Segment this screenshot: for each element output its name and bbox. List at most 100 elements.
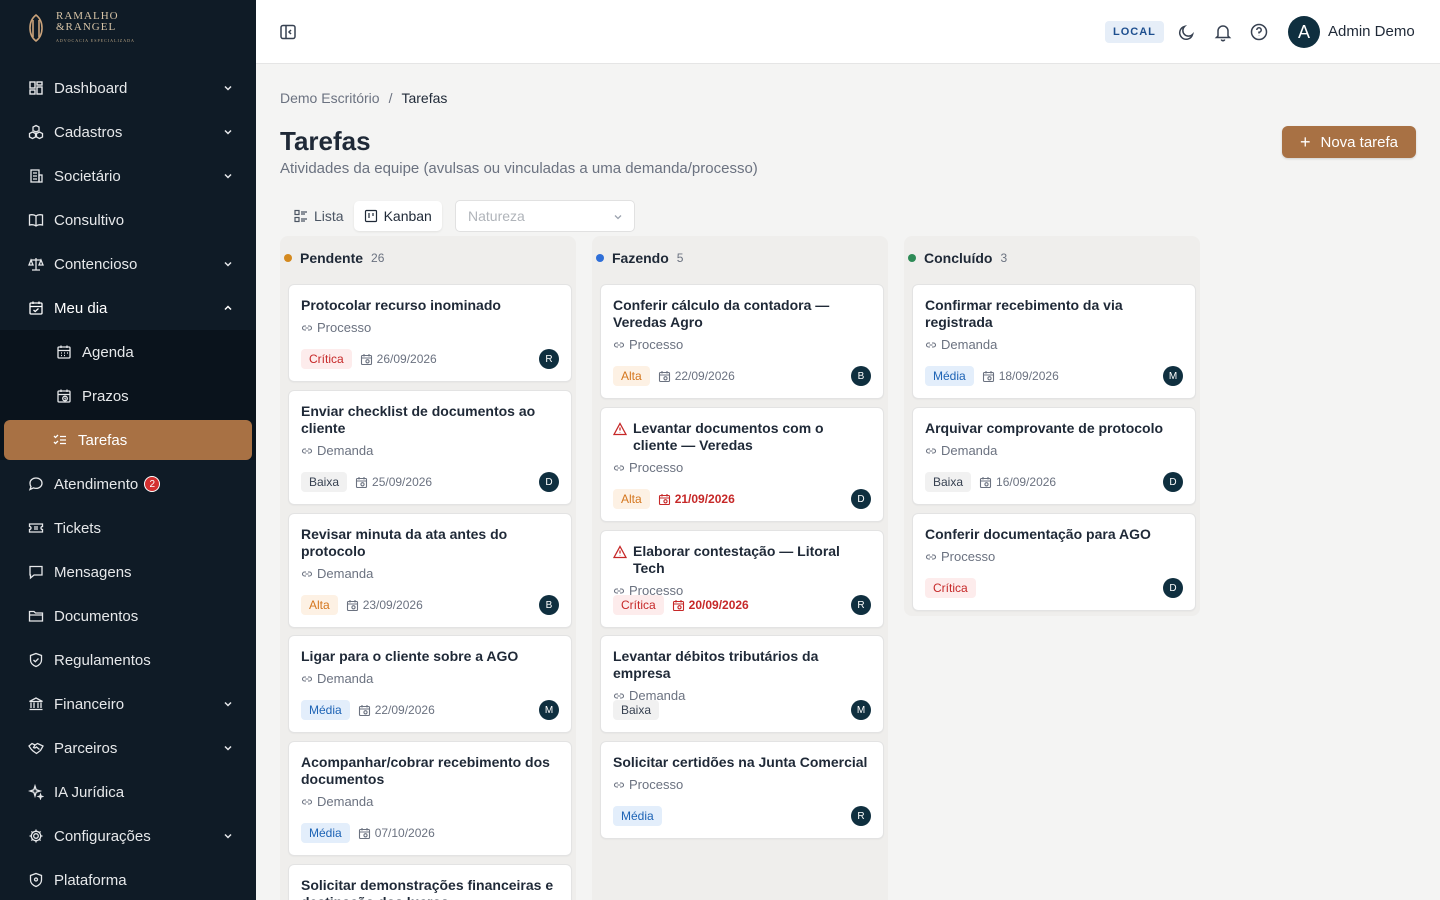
- assignee-avatar: B: [539, 595, 559, 615]
- task-date-text: 26/09/2026: [376, 352, 437, 366]
- warning-icon: [613, 422, 627, 436]
- task-footer: Média 22/09/2026 M: [301, 700, 559, 720]
- sidebar-item-parceiros[interactable]: Parceiros: [0, 726, 256, 770]
- task-card[interactable]: Ligar para o cliente sobre a AGO Demanda…: [288, 635, 572, 733]
- sidebar-item-meu-dia[interactable]: Meu dia: [0, 286, 256, 330]
- task-link-text: Processo: [629, 460, 684, 475]
- sidebar-item-agenda[interactable]: Agenda: [4, 330, 252, 374]
- task-card[interactable]: Solicitar certidões na Junta Comercial P…: [600, 741, 884, 839]
- calendar-clock-icon: [358, 827, 370, 839]
- list-view-label: Lista: [314, 208, 344, 224]
- sidebar-toggle-icon[interactable]: [278, 22, 298, 42]
- sidebar-item-label: Configurações: [54, 827, 151, 845]
- sidebar-item-consultivo[interactable]: Consultivo: [0, 198, 256, 242]
- task-card[interactable]: Arquivar comprovante de protocolo Demand…: [912, 407, 1196, 505]
- task-link-text: Demanda: [317, 671, 374, 686]
- bell-icon[interactable]: [1213, 22, 1233, 42]
- list-view-tab[interactable]: Lista: [284, 201, 354, 231]
- task-title-text: Protocolar recurso inominado: [301, 297, 501, 313]
- column-count: 5: [676, 251, 684, 265]
- list-icon: [294, 209, 307, 223]
- chevron-down-icon: [224, 261, 232, 267]
- sidebar-item-label: Meu dia: [54, 299, 108, 317]
- column-count: 26: [371, 251, 385, 265]
- sidebar-item-dashboard[interactable]: Dashboard: [0, 66, 256, 110]
- task-title-text: Conferir cálculo da contadora — Veredas …: [613, 297, 830, 330]
- user-avatar[interactable]: A: [1288, 16, 1320, 48]
- task-card[interactable]: Solicitar demonstrações financeiras e de…: [288, 864, 572, 900]
- task-card[interactable]: Protocolar recurso inominado Processo Cr…: [288, 284, 572, 382]
- task-title: Acompanhar/cobrar recebimento dos docume…: [301, 754, 559, 788]
- sidebar-item-mensagens[interactable]: Mensagens: [0, 550, 256, 594]
- help-icon[interactable]: [1249, 22, 1269, 42]
- link-icon: [613, 341, 625, 348]
- column-title: Pendente: [300, 250, 364, 266]
- sidebar-item-tickets[interactable]: Tickets: [0, 506, 256, 550]
- sidebar-item-plataforma[interactable]: Plataforma: [0, 858, 256, 900]
- task-footer: Alta 23/09/2026 B: [301, 595, 559, 615]
- sidebar-item-contencioso[interactable]: Contencioso: [0, 242, 256, 286]
- task-footer: Baixa 16/09/2026 D: [925, 472, 1183, 492]
- task-title: Solicitar demonstrações financeiras e de…: [301, 877, 559, 900]
- task-title: Ligar para o cliente sobre a AGO: [301, 648, 559, 665]
- task-title: Conferir documentação para AGO: [925, 526, 1183, 543]
- ticket-icon: [28, 520, 44, 536]
- kanban-view-tab[interactable]: Kanban: [353, 201, 442, 231]
- sidebar-item-tarefas[interactable]: Tarefas: [4, 420, 252, 460]
- link-icon: [925, 447, 937, 454]
- task-date: 07/10/2026: [358, 826, 435, 840]
- task-link: Demanda: [301, 794, 559, 809]
- task-title: Confirmar recebimento da via registrada: [925, 297, 1183, 331]
- sidebar-item-ia-juridica[interactable]: IA Jurídica: [0, 770, 256, 814]
- task-title: Enviar checklist de documentos ao client…: [301, 403, 559, 437]
- sidebar-item-cadastros[interactable]: Cadastros: [0, 110, 256, 154]
- task-footer: Alta 21/09/2026 D: [613, 489, 871, 509]
- column-pendente: Pendente 26 Protocolar recurso inominado…: [280, 236, 576, 900]
- sidebar-item-configuracoes[interactable]: Configurações: [0, 814, 256, 858]
- moon-icon[interactable]: [1177, 22, 1197, 42]
- sidebar-item-prazos[interactable]: Prazos: [4, 374, 252, 418]
- task-link-text: Demanda: [941, 337, 998, 352]
- task-title-text: Acompanhar/cobrar recebimento dos docume…: [301, 754, 550, 787]
- natureza-placeholder: Natureza: [468, 208, 525, 224]
- task-card[interactable]: Elaborar contestação — Litoral Tech Proc…: [600, 530, 884, 628]
- sidebar-item-regulamentos[interactable]: Regulamentos: [0, 638, 256, 682]
- new-task-button[interactable]: + Nova tarefa: [1282, 126, 1416, 158]
- task-card[interactable]: Revisar minuta da ata antes do protocolo…: [288, 513, 572, 628]
- assignee-avatar: M: [539, 700, 559, 720]
- user-name[interactable]: Admin Demo: [1328, 23, 1415, 40]
- calendar-clock-icon: [658, 370, 670, 382]
- calendar-clock-icon: [982, 370, 994, 382]
- task-card[interactable]: Confirmar recebimento da via registrada …: [912, 284, 1196, 399]
- assignee-avatar: R: [539, 349, 559, 369]
- scale-icon: [28, 256, 44, 272]
- sidebar-item-financeiro[interactable]: Financeiro: [0, 682, 256, 726]
- task-card[interactable]: Acompanhar/cobrar recebimento dos docume…: [288, 741, 572, 856]
- task-title: Levantar débitos tributários da empresa: [613, 648, 871, 682]
- sidebar-item-societario[interactable]: Societário: [0, 154, 256, 198]
- sidebar-subnav-meu-dia: Agenda Prazos Tarefas: [0, 330, 256, 460]
- task-card[interactable]: Levantar documentos com o cliente — Vere…: [600, 407, 884, 522]
- status-dot: [596, 254, 604, 262]
- task-card[interactable]: Enviar checklist de documentos ao client…: [288, 390, 572, 505]
- task-card[interactable]: Conferir cálculo da contadora — Veredas …: [600, 284, 884, 399]
- calendar-clock-icon: [56, 388, 72, 404]
- natureza-filter-select[interactable]: Natureza: [455, 200, 635, 232]
- chevron-down-icon: [224, 85, 232, 91]
- brand-logo[interactable]: RAMALHO &RANGEL ADVOCACIA ESPECIALIZADA: [0, 0, 256, 56]
- task-title-text: Solicitar demonstrações financeiras e de…: [301, 877, 554, 900]
- task-card[interactable]: Levantar débitos tributários da empresa …: [600, 635, 884, 733]
- calendar-icon: [56, 344, 72, 360]
- link-icon: [301, 447, 313, 454]
- task-date-text: 22/09/2026: [674, 369, 735, 383]
- sidebar-item-documentos[interactable]: Documentos: [0, 594, 256, 638]
- sidebar-item-label: Dashboard: [54, 79, 128, 97]
- topbar: LOCAL A Admin Demo: [256, 0, 1440, 64]
- book-icon: [28, 212, 44, 228]
- calendar-clock-icon: [358, 704, 370, 716]
- sidebar-item-atendimento[interactable]: Atendimento 2: [0, 462, 256, 506]
- breadcrumb-root[interactable]: Demo Escritório: [280, 90, 380, 106]
- column-header: Pendente 26: [284, 250, 384, 266]
- task-title-text: Solicitar certidões na Junta Comercial: [613, 754, 868, 770]
- task-card[interactable]: Conferir documentação para AGO Processo …: [912, 513, 1196, 611]
